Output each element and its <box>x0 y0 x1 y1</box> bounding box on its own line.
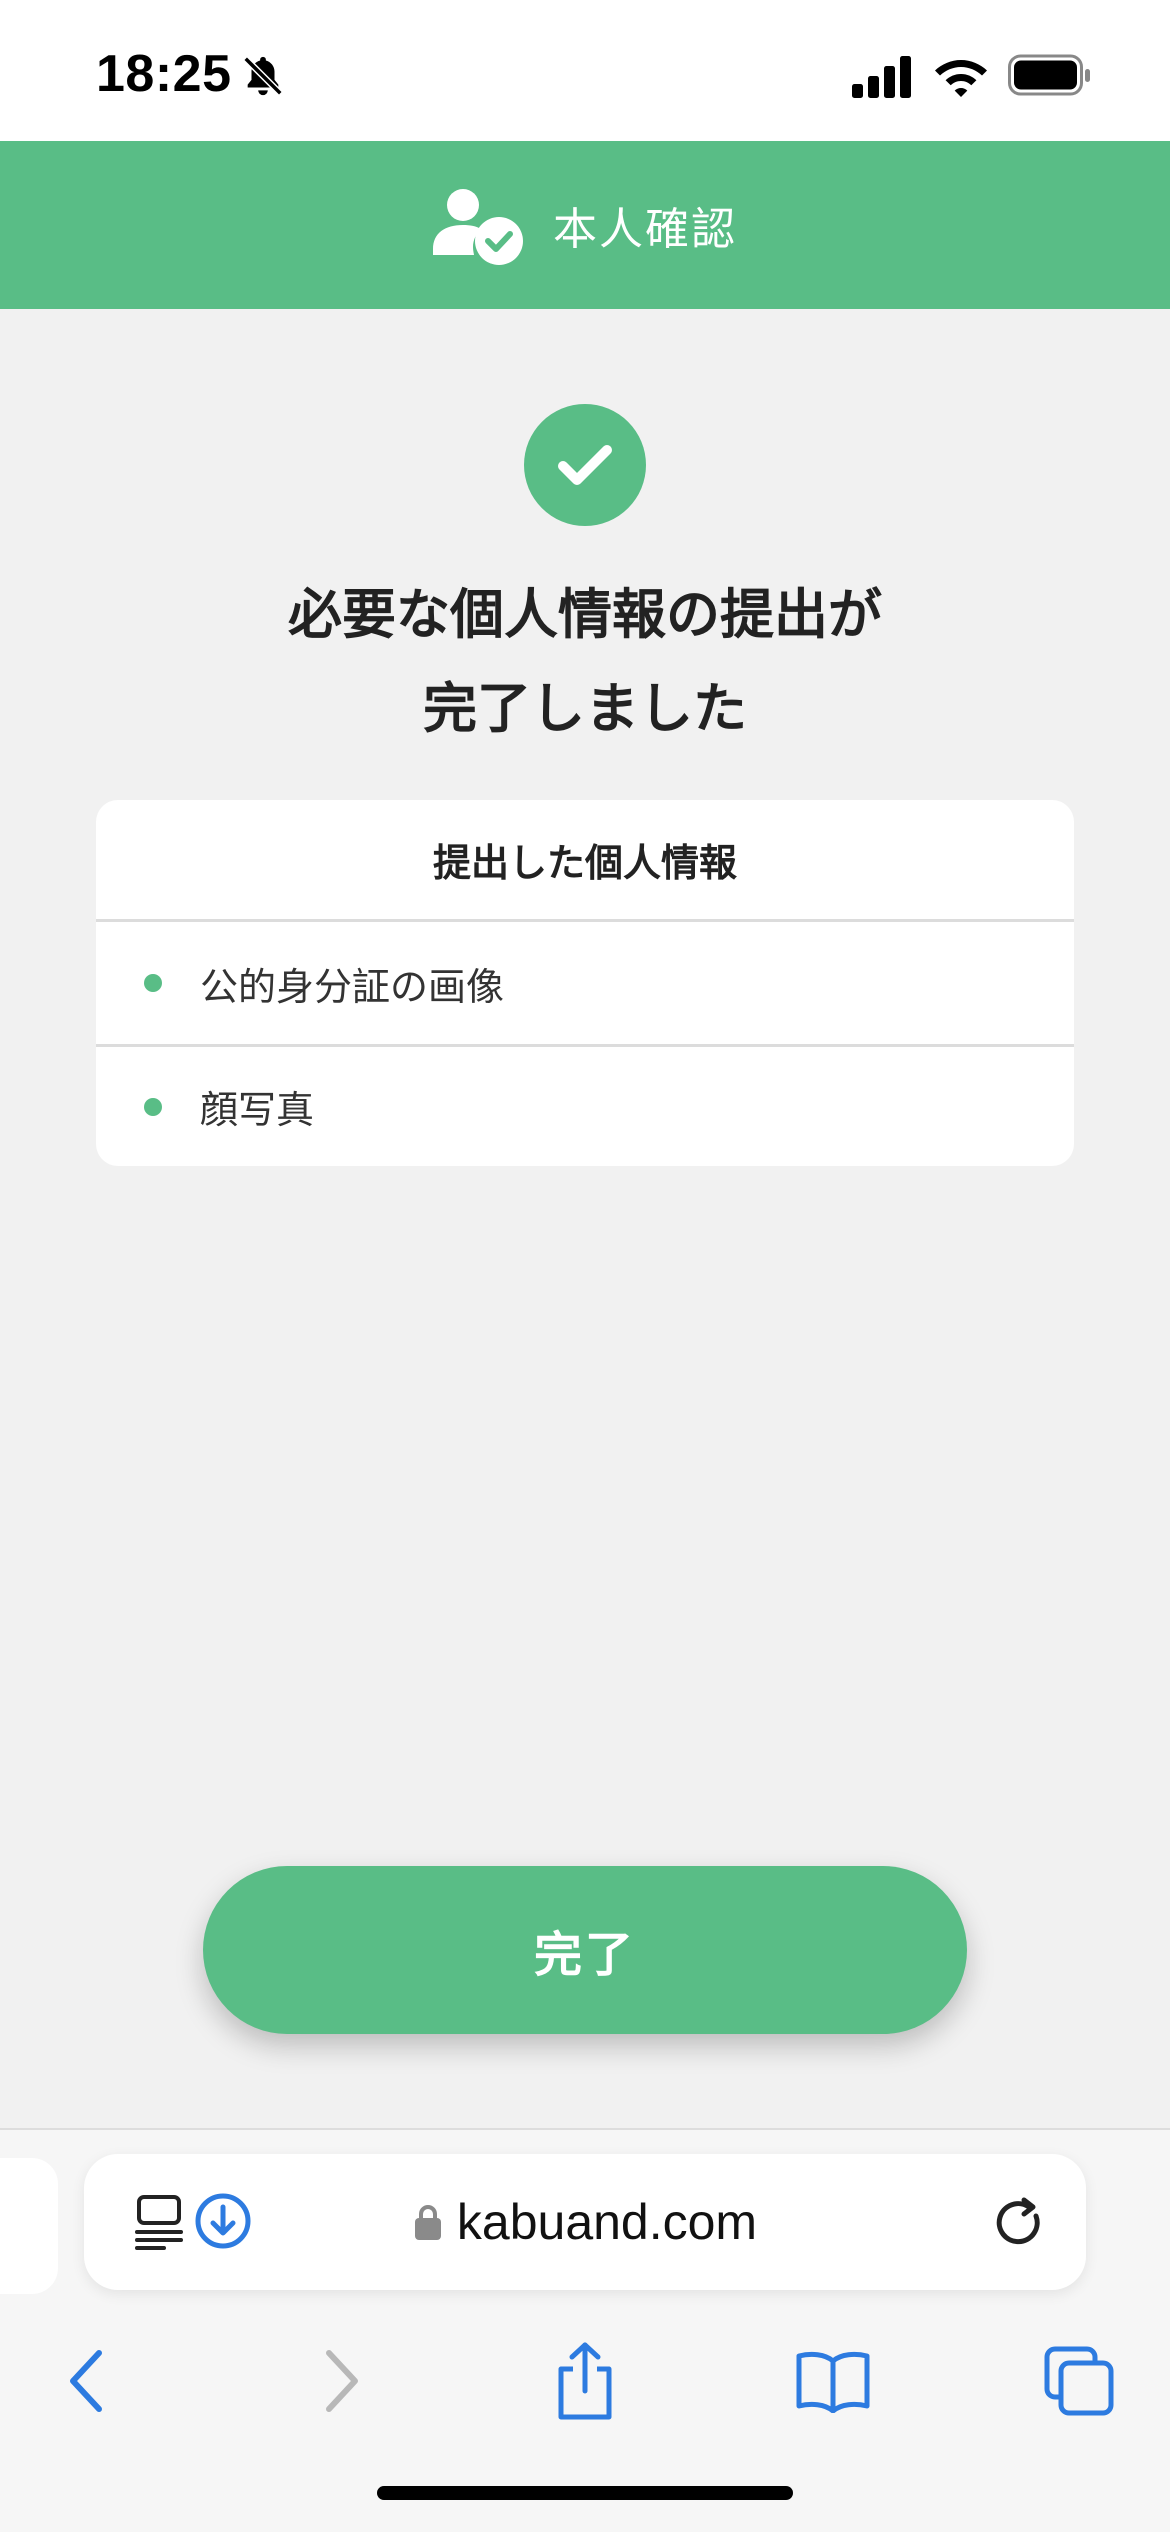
lock-icon <box>414 2205 441 2240</box>
list-item-label: 顔写真 <box>200 1088 315 1132</box>
reload-icon[interactable] <box>994 2194 1050 2254</box>
list-item: 公的身分証の画像 <box>96 922 1074 1044</box>
list-item-label: 公的身分証の画像 <box>200 964 505 1009</box>
share-icon <box>558 2342 612 2420</box>
bookmarks-button[interactable] <box>778 2326 888 2436</box>
user-check-icon <box>433 189 523 265</box>
share-button[interactable] <box>530 2326 640 2436</box>
back-button[interactable] <box>32 2326 142 2436</box>
completion-message: 必要な個人情報の提出が 完了しました <box>85 568 1085 756</box>
url-display[interactable]: kabuand.com <box>84 2154 1086 2290</box>
bullet-icon <box>144 974 162 992</box>
app-header: 本人確認 <box>0 141 1170 309</box>
status-time: 18:25 <box>96 45 232 103</box>
previous-tab-peek[interactable] <box>0 2158 58 2294</box>
completion-message-line1: 必要な個人情報の提出が <box>288 583 882 646</box>
forward-button[interactable] <box>286 2326 396 2436</box>
done-button[interactable]: 完了 <box>203 1866 967 2034</box>
bullet-icon <box>144 1097 162 1116</box>
bookmarks-icon <box>796 2351 870 2413</box>
battery-icon <box>1008 54 1090 96</box>
back-icon <box>70 2350 102 2412</box>
wifi-icon <box>935 60 987 97</box>
status-bar: 18:25 <box>0 0 1170 141</box>
browser-chrome: kabuand.com <box>0 2128 1170 2532</box>
bell-off-icon <box>243 56 283 96</box>
forward-icon <box>326 2350 358 2412</box>
url-text: kabuand.com <box>456 2194 758 2250</box>
completion-message-line2: 完了しました <box>423 677 747 740</box>
home-indicator <box>377 2486 793 2500</box>
submitted-info-card: 提出した個人情報 公的身分証の画像 顔写真 <box>96 800 1074 1166</box>
tabs-button[interactable] <box>1024 2326 1134 2436</box>
checkmark-icon <box>558 445 612 485</box>
card-heading: 提出した個人情報 <box>96 800 1074 922</box>
page-title: 本人確認 <box>553 204 737 255</box>
tabs-icon <box>1044 2346 1114 2416</box>
cellular-signal-icon <box>852 56 911 98</box>
list-item: 顔写真 <box>96 1044 1074 1166</box>
browser-toolbar <box>0 2326 1170 2446</box>
check-circle-icon <box>524 404 646 526</box>
address-bar[interactable]: kabuand.com <box>84 2154 1086 2290</box>
